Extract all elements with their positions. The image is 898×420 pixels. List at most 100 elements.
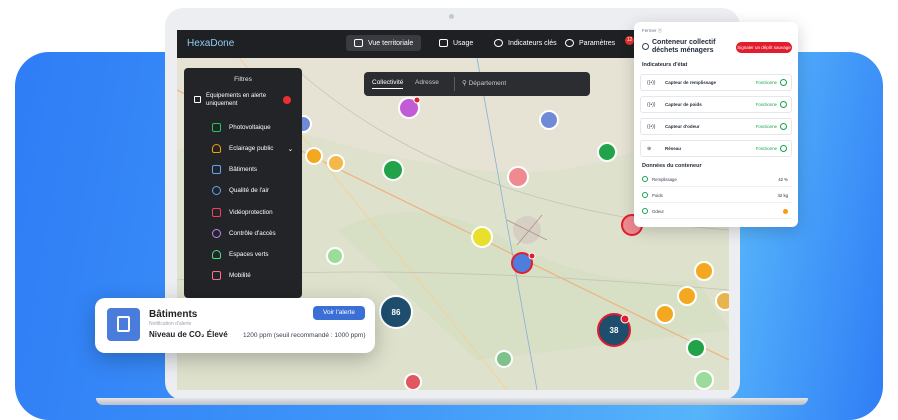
- fill-icon: [642, 176, 648, 182]
- filters-title: Filtres: [234, 76, 252, 83]
- nav-vue-territoriale[interactable]: Vue territoriale: [346, 35, 422, 51]
- marker-video[interactable]: [404, 373, 422, 390]
- chevron-down-icon[interactable]: ⌄: [287, 145, 293, 153]
- check-icon: [780, 123, 787, 130]
- marker-building[interactable]: [715, 291, 729, 311]
- odor-indicator: [783, 209, 788, 214]
- data-value: 42 kg: [777, 193, 788, 198]
- camera-dot: [449, 14, 454, 19]
- sensor-label: Réseau: [665, 146, 682, 151]
- filter-videoprotection[interactable]: Vidéoprotection: [212, 208, 273, 217]
- nav-usage[interactable]: Usage: [439, 39, 473, 47]
- marker-green[interactable]: [694, 370, 714, 390]
- nav-label: Vue territoriale: [368, 39, 414, 47]
- container-detail-panel: Fermer ⓧ Conteneur collectif déchets mén…: [634, 22, 798, 227]
- check-icon: [780, 145, 787, 152]
- marker-air[interactable]: [511, 252, 536, 274]
- cluster-marker[interactable]: 86: [379, 295, 413, 329]
- filter-label: Bâtiments: [229, 166, 257, 173]
- data-label: Remplissage: [652, 177, 677, 182]
- alert-title: Bâtiments: [149, 309, 198, 320]
- marker-building[interactable]: [539, 110, 559, 130]
- data-row: Remplissage 42 %: [640, 173, 792, 187]
- marker-bin[interactable]: [398, 96, 421, 119]
- marker-access[interactable]: [471, 226, 493, 248]
- filter-label: Vidéoprotection: [229, 209, 273, 216]
- air-icon: [212, 186, 221, 195]
- bulb-icon: [212, 144, 221, 153]
- marker-bin[interactable]: [495, 350, 513, 368]
- state-heading: Indicateurs d'état: [642, 62, 688, 68]
- alert-message: Niveau de CO₂ Élevé: [149, 330, 228, 339]
- sensor-status: Fonctionne: [755, 124, 777, 129]
- filter-batiments[interactable]: Bâtiments: [212, 165, 257, 174]
- sensor-label: Capteur d'odeur: [665, 124, 700, 129]
- marker-video[interactable]: [507, 166, 529, 188]
- panel-title: Conteneur collectif déchets ménagers: [652, 39, 716, 54]
- filter-label: Qualité de l'air: [229, 187, 270, 194]
- sensor-status: Fonctionne: [755, 102, 777, 107]
- alert-notification-card: Bâtiments Notification d'alerte Niveau d…: [95, 298, 375, 353]
- marker-light[interactable]: [305, 147, 323, 165]
- marker-solar[interactable]: [686, 338, 706, 358]
- filter-label: Espaces verts: [229, 251, 269, 258]
- data-row: Poids 42 kg: [640, 189, 792, 203]
- filter-controle-acces[interactable]: Contrôle d'accès: [212, 229, 276, 238]
- alert-dot: [283, 96, 291, 104]
- wave-icon: ((•)): [647, 80, 656, 86]
- app-logo[interactable]: HexaDone: [187, 38, 234, 49]
- building-icon: [107, 308, 140, 341]
- filter-photovoltaique[interactable]: Photovoltaique: [212, 123, 271, 132]
- search-segment-bar: Collectivité Adresse ⚲ Département: [364, 72, 590, 96]
- data-label: Odeur: [652, 209, 664, 214]
- monitor-icon: [439, 39, 448, 47]
- marketing-stage: 86 38 HexaDone Vue territoriale Usage In…: [0, 0, 898, 420]
- globe-icon: ⊕: [647, 146, 652, 152]
- marker-solar[interactable]: [597, 142, 617, 162]
- cluster-count: 86: [392, 308, 401, 317]
- gear-icon: [565, 39, 574, 47]
- weight-icon: [642, 192, 648, 198]
- department-search[interactable]: ⚲ Département: [462, 79, 506, 87]
- map-icon: [354, 39, 363, 47]
- cluster-count: 38: [610, 326, 619, 335]
- divider: [454, 77, 455, 91]
- sensor-label: Capteur de remplissage: [665, 80, 717, 85]
- nav-parametres[interactable]: Paramètres: [565, 39, 615, 47]
- tree-icon: [212, 250, 221, 259]
- nav-label: Paramètres: [579, 39, 616, 47]
- marker-light[interactable]: [694, 261, 714, 281]
- laptop-base: [96, 398, 808, 405]
- tab-adresse[interactable]: Adresse: [415, 79, 439, 86]
- view-alert-button[interactable]: Voir l'alerte: [313, 306, 365, 320]
- marker-green[interactable]: [326, 247, 344, 265]
- nav-indicateurs[interactable]: Indicateurs clés: [494, 39, 557, 47]
- filter-qualite-air[interactable]: Qualité de l'air: [212, 186, 269, 195]
- marker-light[interactable]: [327, 154, 345, 172]
- notification-badge[interactable]: 12: [625, 36, 634, 45]
- data-row: Odeur: [640, 205, 792, 219]
- solar-panel-icon: [212, 123, 221, 132]
- car-icon: [212, 271, 221, 280]
- building-icon: [212, 165, 221, 174]
- alert-only-label: Equipements en alerte uniquement: [206, 93, 267, 107]
- report-dump-button[interactable]: Signaler un dépôt sauvage: [736, 42, 792, 53]
- marker-solar[interactable]: [382, 159, 404, 181]
- filter-espaces-verts[interactable]: Espaces verts: [212, 250, 269, 259]
- sensor-status: Fonctionne: [755, 146, 777, 151]
- filter-mobilite[interactable]: Mobilité: [212, 271, 251, 280]
- close-button[interactable]: Fermer ⓧ: [642, 28, 662, 34]
- cluster-marker[interactable]: 38: [597, 313, 631, 347]
- filter-label: Eclairage public: [229, 145, 274, 152]
- tab-collectivite[interactable]: Collectivité: [372, 79, 404, 89]
- marker-light[interactable]: [677, 286, 697, 306]
- camera-icon: [212, 208, 221, 217]
- marker-light[interactable]: [655, 304, 675, 324]
- sensor-status: Fonctionne: [755, 80, 777, 85]
- wave-icon: ((•)): [647, 102, 656, 108]
- odor-icon: [642, 208, 648, 214]
- nav-label: Usage: [453, 39, 474, 47]
- filter-label: Mobilité: [229, 272, 251, 279]
- alert-only-checkbox[interactable]: [194, 96, 201, 103]
- filter-eclairage[interactable]: Eclairage public ⌄: [212, 144, 293, 153]
